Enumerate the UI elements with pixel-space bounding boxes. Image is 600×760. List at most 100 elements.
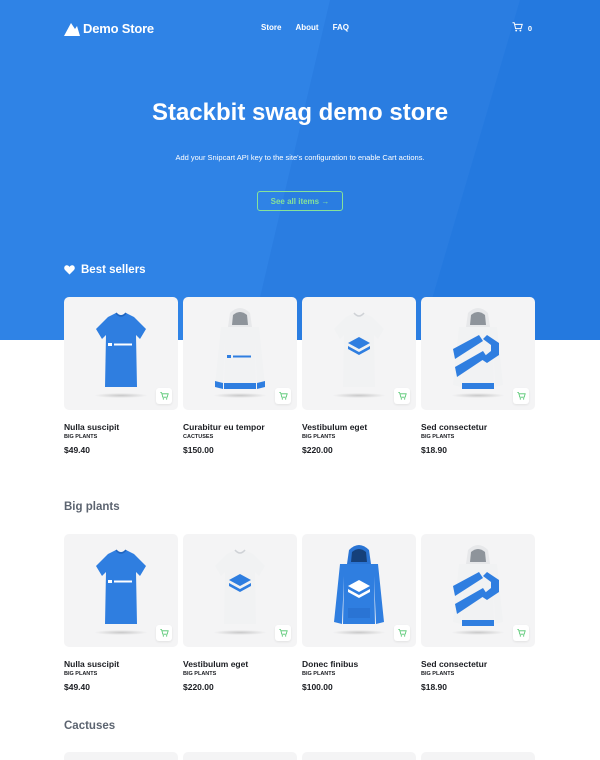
section-title: Cactuses xyxy=(64,720,116,732)
cart-button[interactable]: 0 xyxy=(512,21,532,33)
mountain-logo-icon xyxy=(64,23,80,36)
product-shadow xyxy=(332,393,386,398)
product-name[interactable]: Nulla suscipit xyxy=(64,422,178,432)
product-name[interactable]: Vestibulum eget xyxy=(302,422,416,432)
add-to-cart-icon xyxy=(278,392,288,400)
white-hoodie-striped-image xyxy=(453,308,503,389)
big-plants-heading: Big plants xyxy=(64,501,120,513)
product-category: BIG PLANTS xyxy=(421,434,455,440)
blue-hoodie-image xyxy=(334,545,384,624)
best-sellers-grid: Nulla suscipit BIG PLANTS $49.40 Curabit… xyxy=(64,297,536,455)
product-card: Donec finibus BIG PLANTS $100.00 xyxy=(302,534,416,692)
product-category: BIG PLANTS xyxy=(64,671,98,677)
product-name[interactable]: Curabitur eu tempor xyxy=(183,422,297,432)
product-name[interactable]: Sed consectetur xyxy=(421,422,535,432)
add-to-cart-icon xyxy=(397,629,407,637)
blue-tshirt-image xyxy=(96,312,146,387)
add-to-cart-icon xyxy=(516,629,526,637)
product-image[interactable] xyxy=(183,534,297,647)
product-price: $150.00 xyxy=(183,445,214,455)
add-to-cart-icon xyxy=(397,392,407,400)
product-shadow xyxy=(332,630,386,635)
product-name[interactable]: Nulla suscipit xyxy=(64,659,178,669)
nav-link-about[interactable]: About xyxy=(295,23,318,32)
product-card: Vestibulum eget BIG PLANTS $220.00 xyxy=(183,534,297,692)
product-category: BIG PLANTS xyxy=(302,434,336,440)
product-image[interactable] xyxy=(64,534,178,647)
big-plants-grid: Nulla suscipit BIG PLANTS $49.40 Vestibu… xyxy=(64,534,536,692)
product-category: BIG PLANTS xyxy=(64,434,98,440)
product-shadow xyxy=(94,393,148,398)
product-card: Vestibulum eget BIG PLANTS $220.00 xyxy=(302,297,416,455)
product-shadow xyxy=(213,630,267,635)
product-name[interactable]: Vestibulum eget xyxy=(183,659,297,669)
product-card-partial[interactable] xyxy=(183,752,297,760)
nav-link-faq[interactable]: FAQ xyxy=(333,23,349,32)
hero-title: Stackbit swag demo store xyxy=(151,99,449,126)
product-category: BIG PLANTS xyxy=(421,671,455,677)
nav-link-store[interactable]: Store xyxy=(261,23,281,32)
product-shadow xyxy=(94,630,148,635)
product-image[interactable] xyxy=(302,534,416,647)
cart-count: 0 xyxy=(527,24,532,33)
white-hoodie-striped-image xyxy=(453,545,503,626)
add-to-cart-button[interactable] xyxy=(275,625,291,641)
add-to-cart-icon xyxy=(159,629,169,637)
product-image[interactable] xyxy=(64,297,178,410)
add-to-cart-button[interactable] xyxy=(275,388,291,404)
main-nav: Store About FAQ xyxy=(261,23,349,32)
add-to-cart-button[interactable] xyxy=(513,388,529,404)
add-to-cart-button[interactable] xyxy=(513,625,529,641)
product-card-partial[interactable] xyxy=(421,752,535,760)
site-header: Demo Store Store About FAQ 0 xyxy=(64,18,536,42)
product-card: Curabitur eu tempor CACTUSES $150.00 xyxy=(183,297,297,455)
product-image[interactable] xyxy=(421,297,535,410)
add-to-cart-icon xyxy=(516,392,526,400)
product-category: CACTUSES xyxy=(183,434,214,440)
blue-tshirt-image xyxy=(96,549,146,624)
add-to-cart-button[interactable] xyxy=(394,625,410,641)
product-price: $49.40 xyxy=(64,445,90,455)
add-to-cart-button[interactable] xyxy=(156,388,172,404)
cart-icon xyxy=(512,22,523,32)
white-hoodie-image xyxy=(215,308,265,389)
product-shadow xyxy=(213,393,267,398)
section-title: Big plants xyxy=(64,501,120,513)
add-to-cart-button[interactable] xyxy=(394,388,410,404)
best-sellers-heading: Best sellers xyxy=(64,264,146,276)
brand-name: Demo Store xyxy=(83,20,154,36)
product-price: $18.90 xyxy=(421,445,447,455)
product-price: $220.00 xyxy=(183,682,214,692)
product-name[interactable]: Donec finibus xyxy=(302,659,416,669)
cactuses-grid xyxy=(64,752,536,760)
section-title: Best sellers xyxy=(81,264,146,276)
product-shadow xyxy=(451,630,505,635)
product-card: Nulla suscipit BIG PLANTS $49.40 xyxy=(64,297,178,455)
product-card-partial[interactable] xyxy=(64,752,178,760)
product-card-partial[interactable] xyxy=(302,752,416,760)
white-tshirt-image xyxy=(334,312,384,387)
product-category: BIG PLANTS xyxy=(183,671,217,677)
cactuses-heading: Cactuses xyxy=(64,720,115,732)
product-category: BIG PLANTS xyxy=(302,671,336,677)
logo-link[interactable]: Demo Store xyxy=(64,20,154,36)
see-all-items-button[interactable]: See all items → xyxy=(257,191,343,211)
add-to-cart-icon xyxy=(278,629,288,637)
product-card: Sed consectetur BIG PLANTS $18.90 xyxy=(421,534,535,692)
add-to-cart-icon xyxy=(159,392,169,400)
product-name[interactable]: Sed consectetur xyxy=(421,659,535,669)
heart-icon xyxy=(64,265,75,275)
product-image[interactable] xyxy=(302,297,416,410)
product-card: Nulla suscipit BIG PLANTS $49.40 xyxy=(64,534,178,692)
white-tshirt-image xyxy=(215,549,265,624)
product-price: $18.90 xyxy=(421,682,447,692)
product-image[interactable] xyxy=(421,534,535,647)
product-shadow xyxy=(451,393,505,398)
product-price: $220.00 xyxy=(302,445,333,455)
product-card: Sed consectetur BIG PLANTS $18.90 xyxy=(421,297,535,455)
add-to-cart-button[interactable] xyxy=(156,625,172,641)
product-price: $49.40 xyxy=(64,682,90,692)
hero-background xyxy=(0,0,600,340)
product-image[interactable] xyxy=(183,297,297,410)
product-price: $100.00 xyxy=(302,682,333,692)
